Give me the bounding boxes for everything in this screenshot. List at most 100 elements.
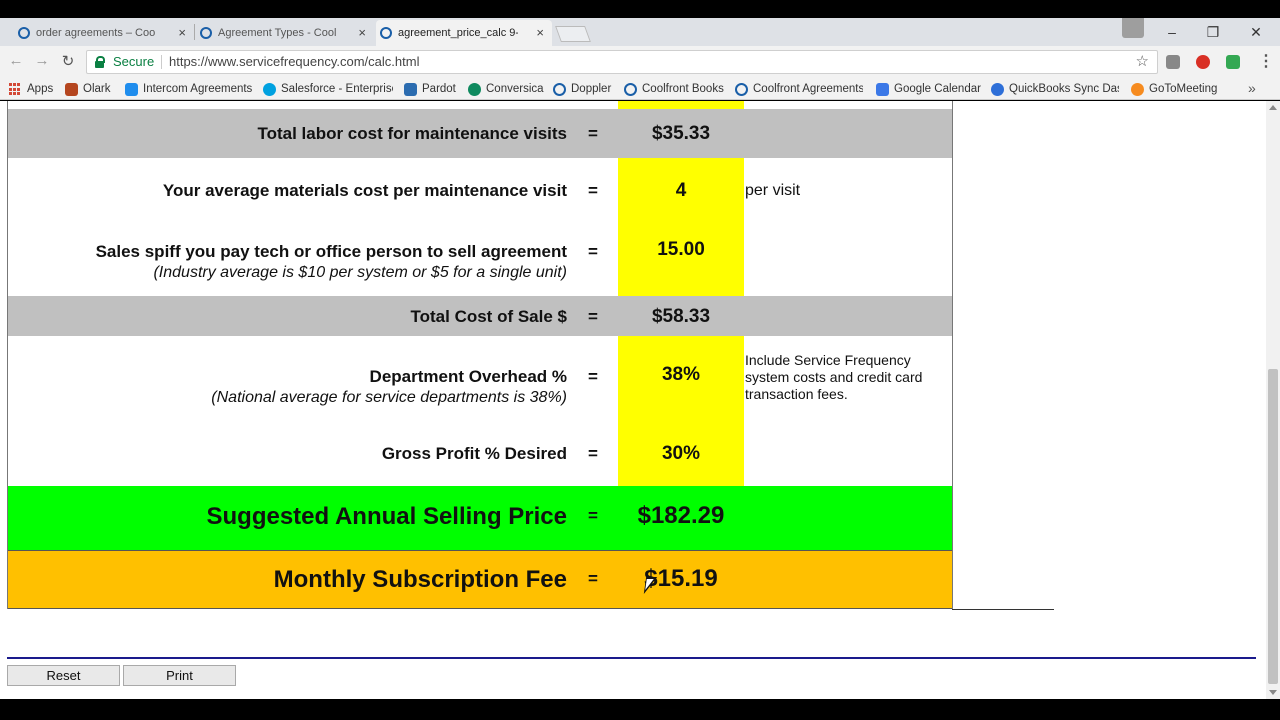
- price-calculator-table: Total labor cost for maintenance visits …: [7, 101, 953, 609]
- row-label: Sales spiff you pay tech or office perso…: [95, 242, 567, 261]
- row-label: Total Cost of Sale $: [410, 307, 568, 326]
- browser-menu-icon[interactable]: ⋮: [1258, 51, 1274, 71]
- minimize-button[interactable]: –: [1152, 18, 1192, 46]
- bookmark-coolfront-books[interactable]: Coolfront Books: [624, 81, 726, 97]
- annual-price-value: $182.29: [637, 502, 725, 529]
- pardot-icon: [404, 83, 417, 96]
- bookmark-star-icon[interactable]: ☆: [1136, 51, 1149, 73]
- secure-label: Secure: [113, 54, 155, 69]
- calc-row-monthly-fee: Monthly Subscription Fee = $15.19: [8, 551, 952, 609]
- bookmark-doppler[interactable]: Doppler: [553, 81, 615, 97]
- screen-bottom-edge: [0, 699, 1280, 720]
- row-label: Department Overhead %: [369, 367, 567, 386]
- extension-record-icon[interactable]: [1196, 55, 1210, 69]
- equals-sign: =: [588, 569, 598, 588]
- sales-spiff-input[interactable]: 15.00: [618, 239, 744, 261]
- scroll-up-icon[interactable]: [1269, 105, 1277, 110]
- row-note: Include Service Frequency system costs a…: [745, 352, 923, 402]
- horizontal-rule: [7, 657, 1256, 659]
- quickbooks-icon: [991, 83, 1004, 96]
- coolfront-icon: [624, 83, 637, 96]
- vertical-scrollbar[interactable]: [1266, 101, 1280, 699]
- bookmark-intercom[interactable]: Intercom Agreements: [125, 81, 255, 97]
- page-viewport: Total labor cost for maintenance visits …: [0, 101, 1266, 699]
- tab-agreement-price-calc[interactable]: agreement_price_calc 9- ×: [376, 20, 552, 46]
- close-icon[interactable]: ×: [536, 20, 544, 46]
- omnibox-divider: [161, 55, 162, 69]
- apps-grid-icon: [9, 83, 22, 96]
- doppler-icon: [553, 83, 566, 96]
- equals-sign: =: [588, 242, 598, 261]
- olark-icon: [65, 83, 78, 96]
- new-tab-button[interactable]: [555, 26, 591, 42]
- calc-row-department-overhead: Department Overhead % (National average …: [8, 336, 952, 416]
- row-sublabel: (National average for service department…: [211, 389, 567, 406]
- row-note: per visit: [745, 182, 801, 199]
- tab-separator: [194, 24, 195, 40]
- bookmark-apps[interactable]: Apps: [9, 81, 59, 97]
- print-button[interactable]: Print: [123, 665, 236, 686]
- bookmark-salesforce[interactable]: Salesforce - Enterprise: [263, 81, 393, 97]
- tab-strip: order agreements – Cool × Agreement Type…: [0, 18, 1280, 46]
- bookmark-coolfront-agreements[interactable]: Coolfront Agreements: [735, 81, 863, 97]
- equals-sign: =: [588, 307, 598, 326]
- bookmark-google-calendar[interactable]: Google Calendar: [876, 81, 982, 97]
- extension-icon[interactable]: [1166, 55, 1180, 69]
- coolfront-favicon-icon: [200, 27, 212, 39]
- extension-check-icon[interactable]: [1226, 55, 1240, 69]
- equals-sign: =: [588, 444, 598, 463]
- scroll-down-icon[interactable]: [1269, 690, 1277, 695]
- restore-button[interactable]: ❐: [1193, 18, 1233, 46]
- row-label: Monthly Subscription Fee: [273, 566, 567, 593]
- calc-row-sales-spiff: Sales spiff you pay tech or office perso…: [8, 218, 952, 296]
- bookmarks-overflow-icon[interactable]: »: [1248, 80, 1256, 96]
- coolfront-favicon-icon: [18, 27, 30, 39]
- total-cost-of-sale-value: $58.33: [651, 306, 711, 327]
- calc-row-labor-cost: Total labor cost for maintenance visits …: [8, 109, 952, 158]
- calc-row-top-edge: [8, 101, 952, 109]
- row-sublabel: (Industry average is $10 per system or $…: [153, 264, 567, 281]
- gross-profit-input[interactable]: 30%: [618, 443, 744, 465]
- close-window-button[interactable]: ✕: [1236, 18, 1276, 46]
- lock-icon: [95, 56, 105, 68]
- coolfront-favicon-icon: [380, 27, 392, 39]
- forward-icon[interactable]: →: [32, 52, 52, 69]
- row-label: Total labor cost for maintenance visits: [257, 124, 567, 143]
- calc-row-total-cost-of-sale: Total Cost of Sale $ = $58.33: [8, 296, 952, 336]
- bookmark-quickbooks[interactable]: QuickBooks Sync Dash: [991, 81, 1119, 97]
- intercom-icon: [125, 83, 138, 96]
- close-icon[interactable]: ×: [358, 20, 366, 46]
- salesforce-icon: [263, 83, 276, 96]
- row-label: Gross Profit % Desired: [381, 444, 567, 463]
- gotomeeting-icon: [1131, 83, 1144, 96]
- bookmark-conversica[interactable]: Conversica: [468, 81, 544, 97]
- bookmark-gotomeeting[interactable]: GoToMeeting: [1131, 81, 1223, 97]
- bookmark-olark[interactable]: Olark: [65, 81, 117, 97]
- tab-order-agreements[interactable]: order agreements – Cool ×: [14, 20, 194, 46]
- overhead-percent-input[interactable]: 38%: [618, 364, 744, 386]
- reload-icon[interactable]: ↻: [58, 52, 78, 70]
- back-icon[interactable]: ←: [6, 52, 26, 69]
- input-cell: [618, 101, 744, 109]
- coolfront-icon: [735, 83, 748, 96]
- conversica-icon: [468, 83, 481, 96]
- equals-sign: =: [588, 506, 598, 525]
- monthly-fee-value: $15.19: [644, 565, 718, 592]
- address-bar[interactable]: Secure https://www.servicefrequency.com/…: [86, 50, 1158, 74]
- row-label: Suggested Annual Selling Price: [206, 503, 567, 530]
- scroll-thumb[interactable]: [1268, 369, 1278, 684]
- tab-agreement-types[interactable]: Agreement Types - Cool ×: [196, 20, 374, 46]
- table-underline: [952, 609, 1054, 610]
- bookmark-pardot[interactable]: Pardot: [404, 81, 460, 97]
- calendar-icon: [876, 83, 889, 96]
- profile-icon[interactable]: [1122, 18, 1144, 38]
- labor-cost-value: $35.33: [651, 123, 711, 144]
- calc-row-annual-price: Suggested Annual Selling Price = $182.29: [8, 486, 952, 551]
- url-text[interactable]: https://www.servicefrequency.com/calc.ht…: [169, 51, 419, 73]
- equals-sign: =: [588, 181, 598, 200]
- equals-sign: =: [588, 124, 598, 143]
- close-icon[interactable]: ×: [178, 20, 186, 46]
- reset-button[interactable]: Reset: [7, 665, 120, 686]
- materials-cost-input[interactable]: 4: [618, 180, 744, 202]
- browser-toolbar: ← → ↻ Secure https://www.servicefrequenc…: [0, 46, 1280, 78]
